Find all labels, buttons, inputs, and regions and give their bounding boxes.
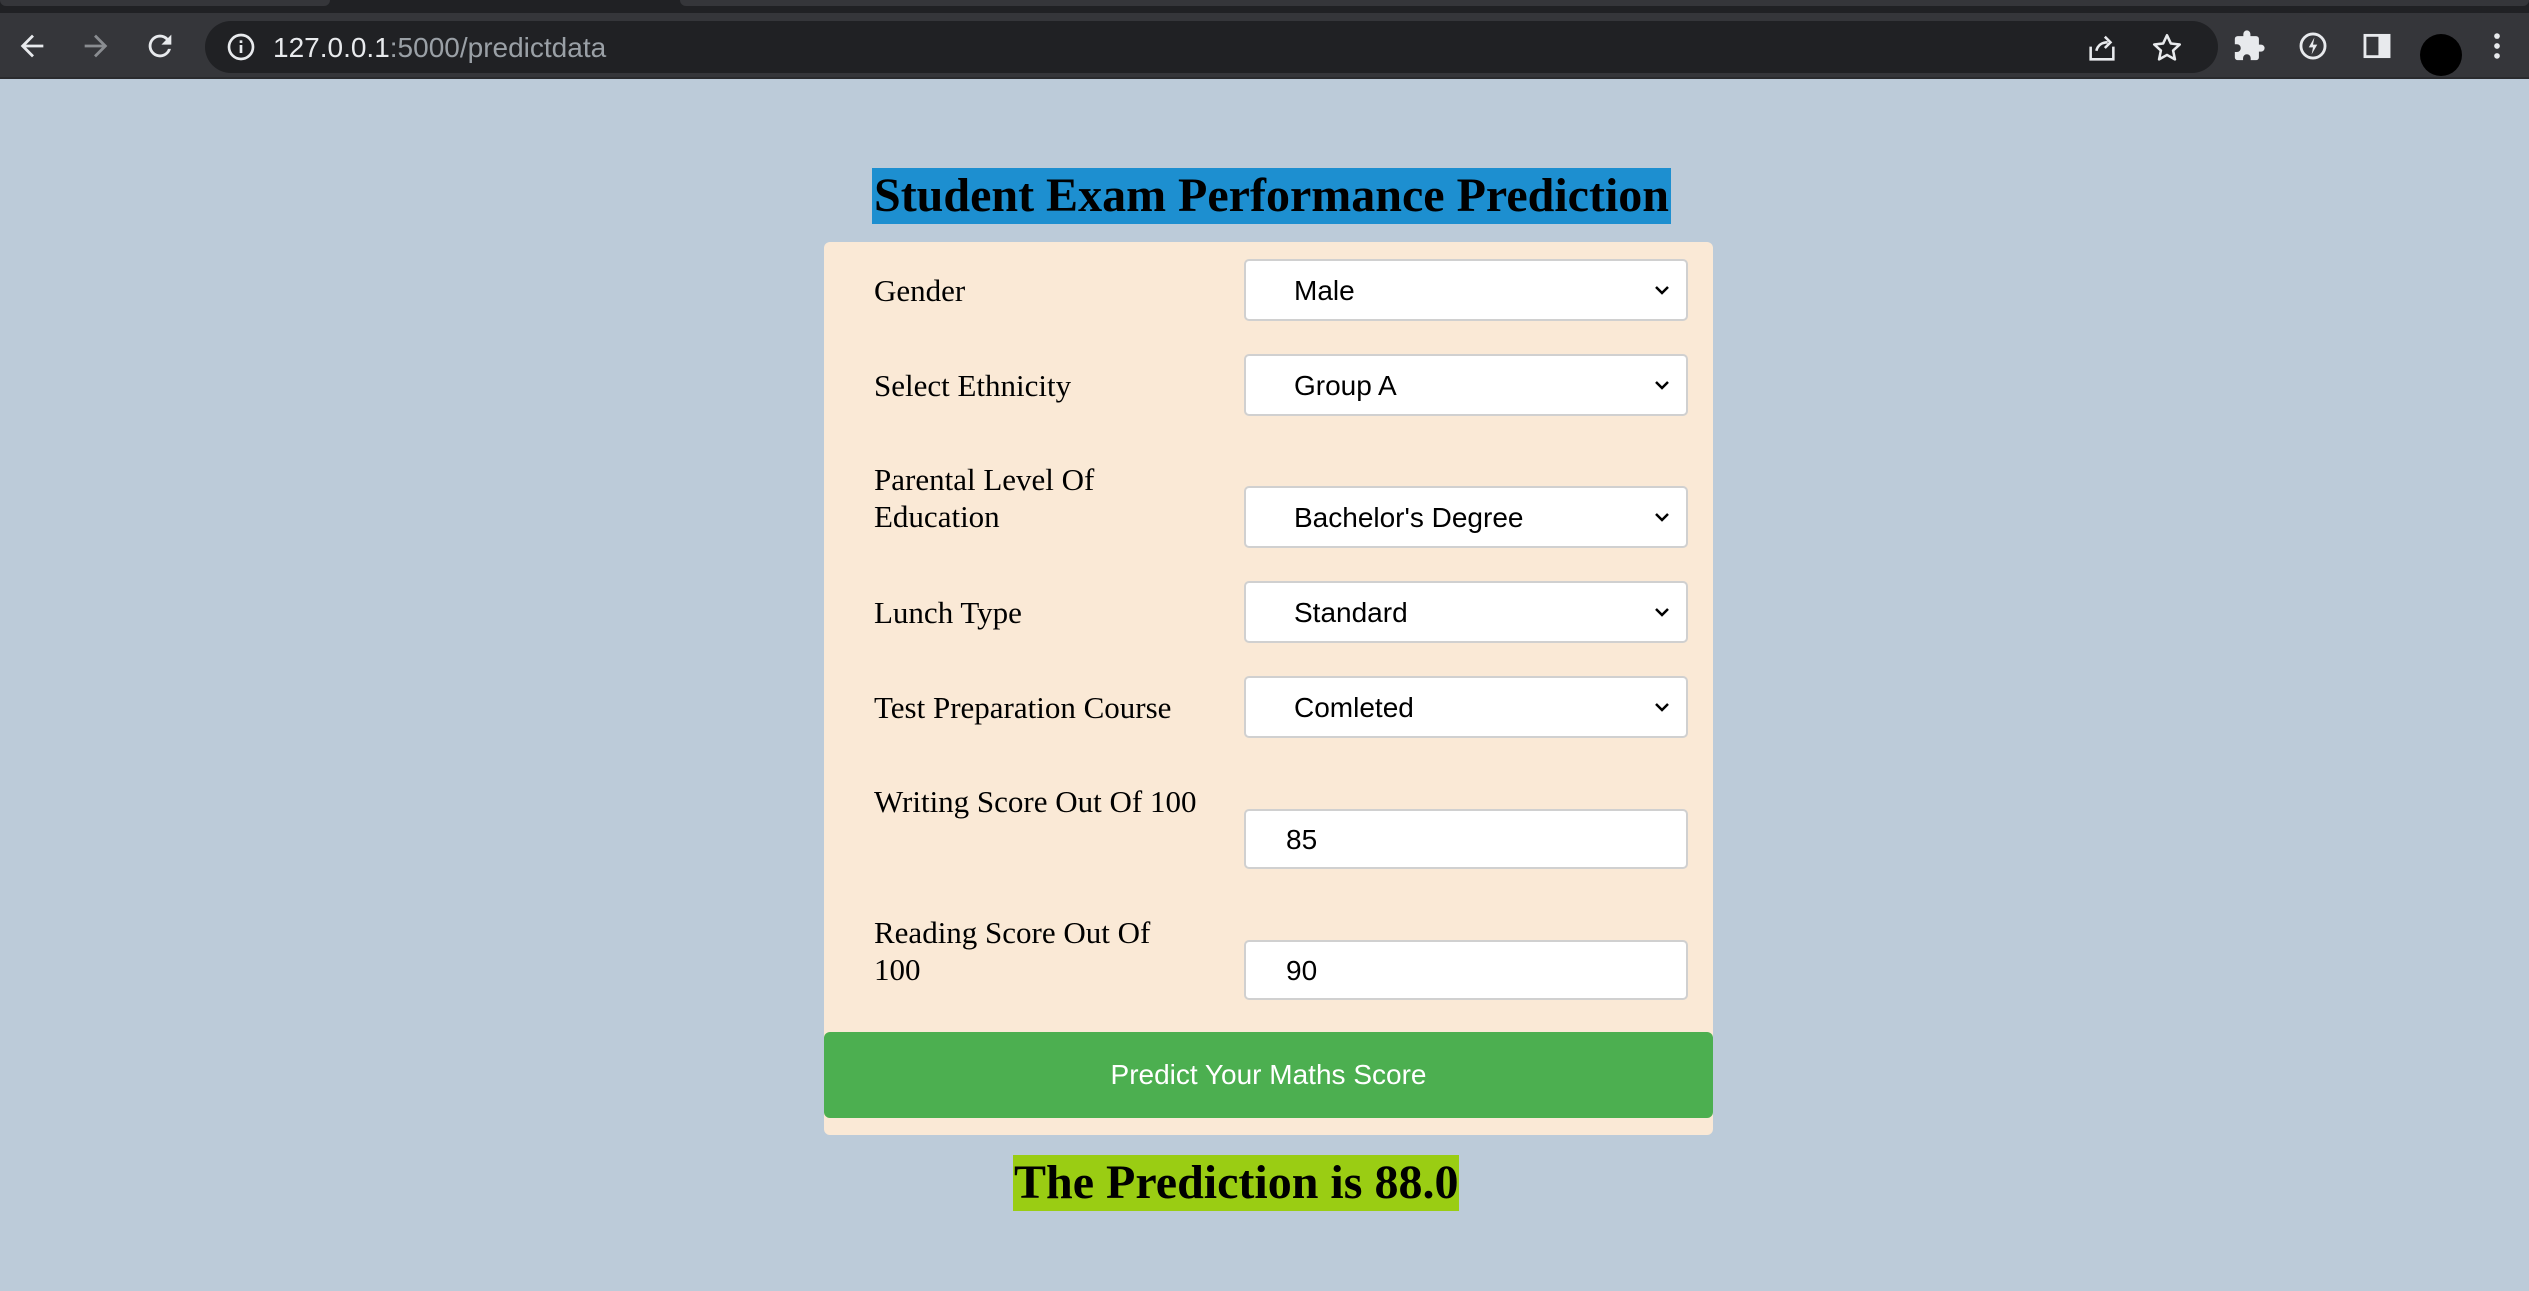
- side-panel-button[interactable]: [2355, 24, 2399, 68]
- parental-education-label: Parental Level Of Education: [874, 462, 1095, 534]
- back-arrow-icon: [20, 34, 44, 58]
- extensions-icon: [2234, 30, 2265, 61]
- url-text[interactable]: 127.0.0.1:5000/predictdata: [273, 32, 606, 64]
- performance-button[interactable]: [2291, 24, 2335, 68]
- chevron-down-icon: [1655, 608, 1669, 617]
- test-prep-select[interactable]: Comleted: [1244, 676, 1688, 738]
- test-prep-select-value: Comleted: [1294, 692, 1414, 723]
- test-prep-label: Test Preparation Course: [874, 690, 1172, 725]
- prediction-form: Gender Male Select Ethnicity Group A Par…: [824, 242, 1713, 1135]
- extensions-button[interactable]: [2227, 24, 2271, 68]
- forward-arrow-icon: [84, 34, 108, 58]
- reading-score-label: Reading Score Out Of 100: [874, 915, 1151, 987]
- star-icon[interactable]: [2150, 31, 2184, 65]
- reading-score-input[interactable]: 90: [1244, 940, 1688, 1000]
- menu-dots-icon: [2494, 33, 2500, 59]
- url-path: :5000/predictdata: [389, 32, 607, 63]
- tab-strip: [0, 0, 2529, 13]
- prediction-result: The Prediction is 88.0: [1013, 1155, 1460, 1211]
- ethnicity-select-value: Group A: [1294, 370, 1397, 401]
- browser-toolbar: 127.0.0.1:5000/predictdata: [0, 13, 2529, 79]
- tab-edge: [680, 0, 2529, 6]
- parental-education-select-value: Bachelor's Degree: [1294, 502, 1524, 533]
- chevron-down-icon: [1655, 286, 1669, 295]
- predict-button[interactable]: Predict Your Maths Score: [824, 1032, 1713, 1118]
- page-title: Student Exam Performance Prediction: [872, 168, 1671, 224]
- gender-select[interactable]: Male: [1244, 259, 1688, 321]
- tab-edge: [0, 0, 330, 6]
- chevron-down-icon: [1655, 513, 1669, 522]
- reload-button[interactable]: [138, 24, 182, 68]
- lunch-type-select-value: Standard: [1294, 597, 1408, 628]
- avatar[interactable]: [2420, 34, 2462, 76]
- ethnicity-select[interactable]: Group A: [1244, 354, 1688, 416]
- reading-score-value: 90: [1286, 955, 1318, 986]
- ethnicity-label: Select Ethnicity: [874, 368, 1072, 403]
- address-bar[interactable]: 127.0.0.1:5000/predictdata: [205, 21, 2218, 73]
- writing-score-label: Writing Score Out Of 100: [874, 784, 1197, 819]
- back-button[interactable]: [10, 24, 54, 68]
- performance-icon: [2299, 32, 2327, 60]
- writing-score-input[interactable]: 85: [1244, 809, 1688, 869]
- menu-button[interactable]: [2475, 24, 2519, 68]
- info-icon[interactable]: [225, 31, 257, 63]
- gender-label: Gender: [874, 273, 966, 308]
- chevron-down-icon: [1655, 703, 1669, 712]
- chevron-down-icon: [1655, 381, 1669, 390]
- reload-icon: [148, 34, 172, 58]
- writing-score-value: 85: [1286, 824, 1318, 855]
- share-icon[interactable]: [2085, 31, 2119, 65]
- parental-education-select[interactable]: Bachelor's Degree: [1244, 486, 1688, 548]
- url-host: 127.0.0.1: [273, 32, 390, 63]
- gender-select-value: Male: [1294, 275, 1355, 306]
- lunch-type-select[interactable]: Standard: [1244, 581, 1688, 643]
- lunch-type-label: Lunch Type: [874, 595, 1022, 630]
- forward-button[interactable]: [74, 24, 118, 68]
- side-panel-icon: [2363, 33, 2391, 59]
